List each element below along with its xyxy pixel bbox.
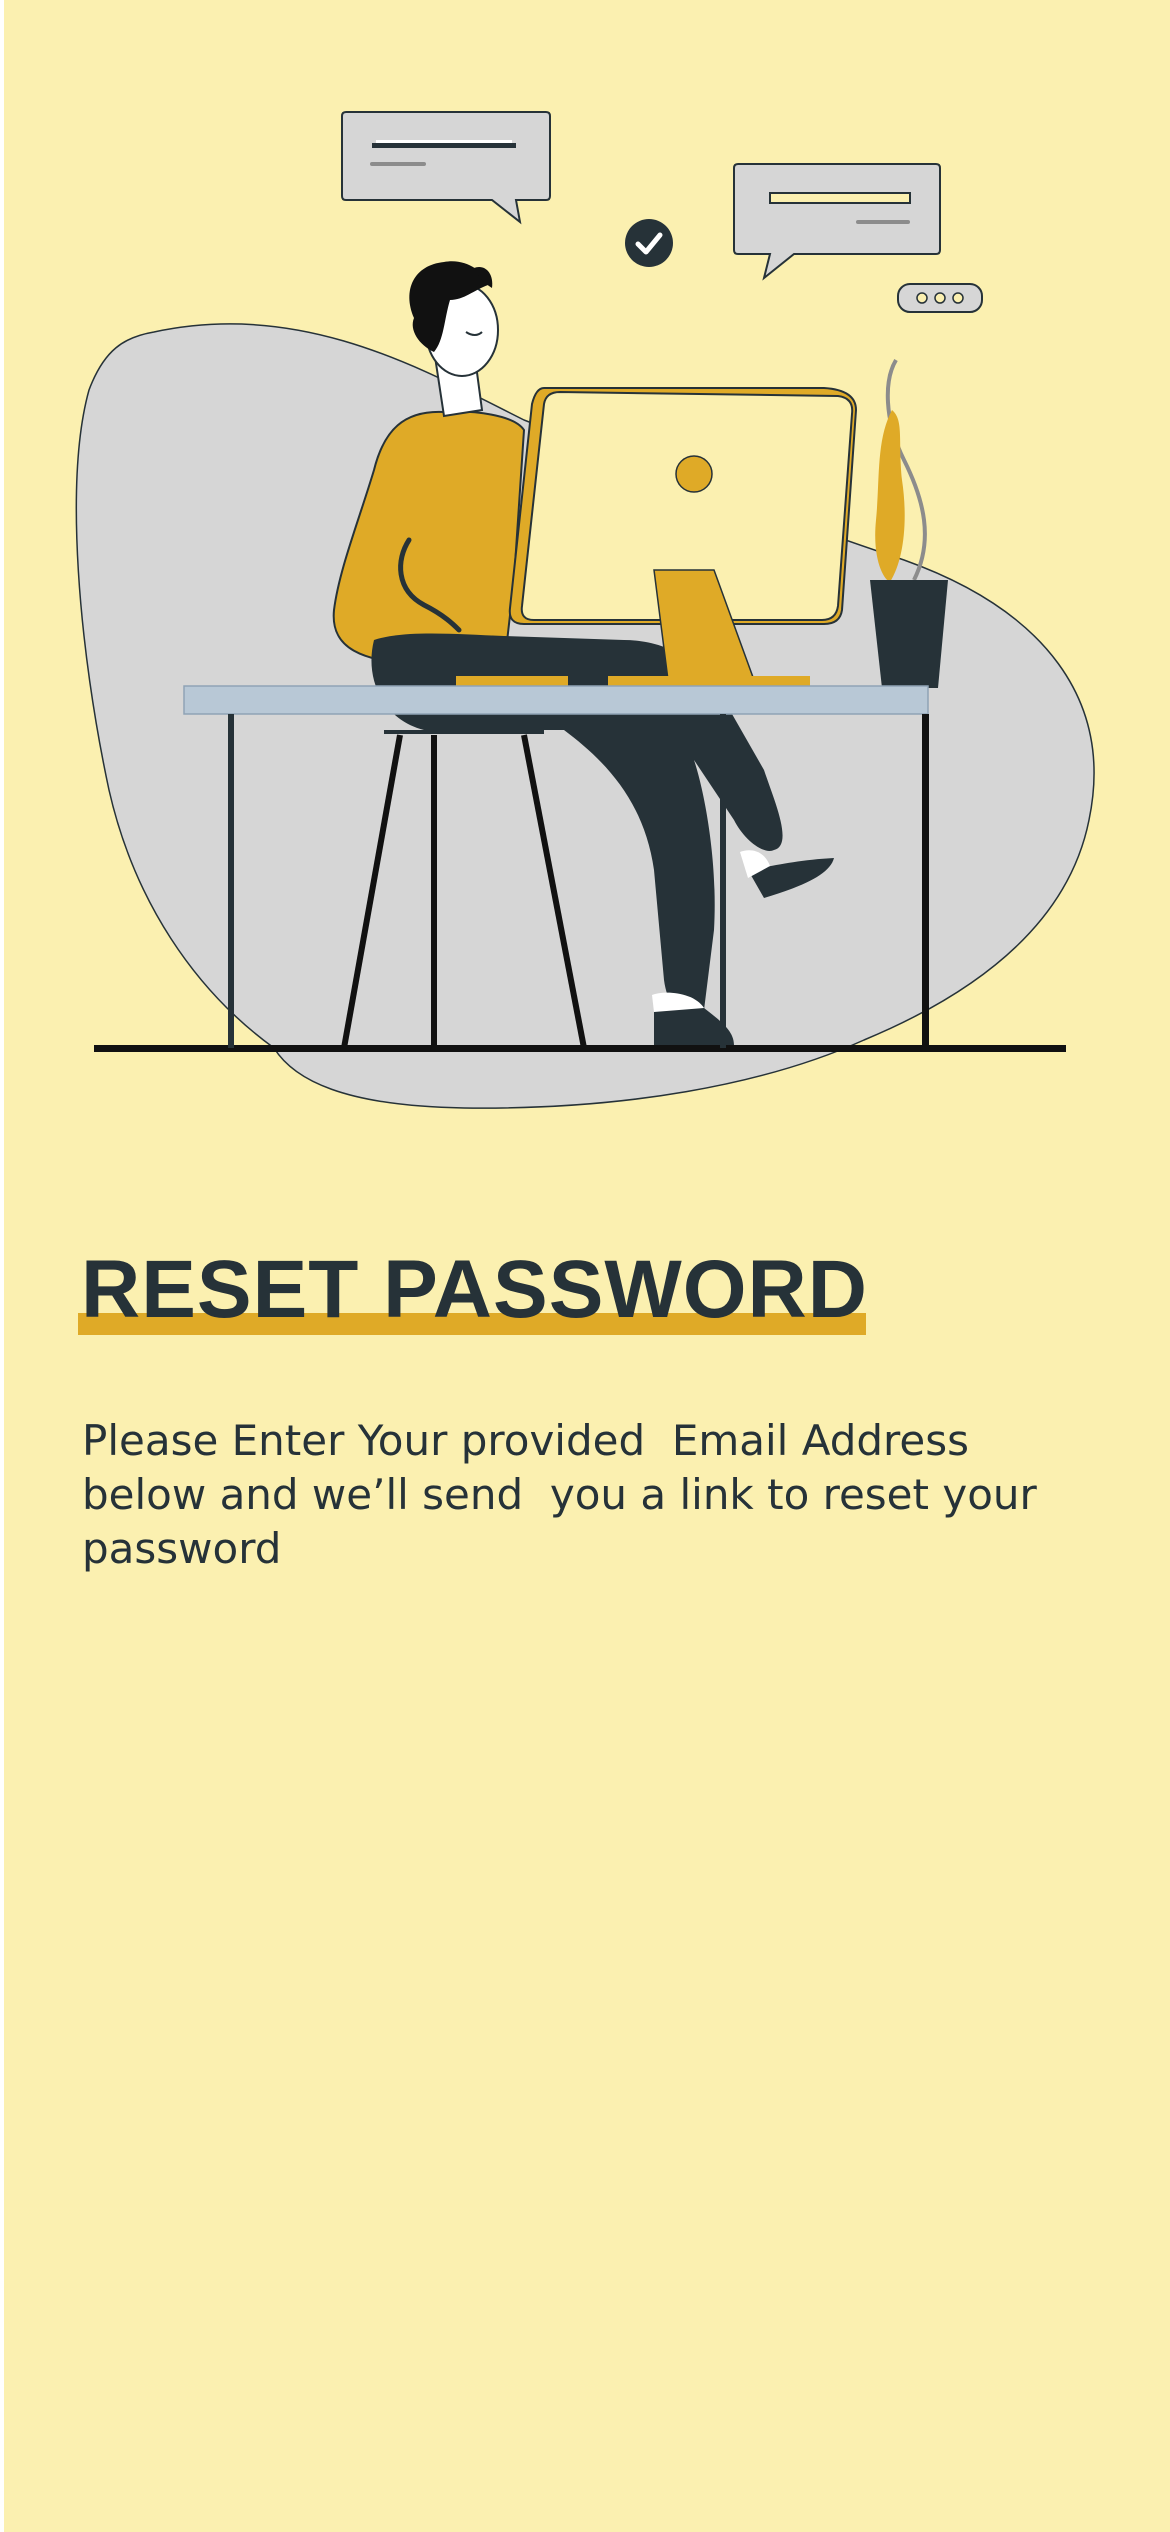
- title-block: RESET PASSWORD: [78, 1245, 868, 1335]
- instructions-text: Please Enter Your provided Email Address…: [82, 1416, 1051, 1573]
- typing-bubble-icon: [897, 283, 983, 313]
- page-title: RESET PASSWORD: [81, 1244, 868, 1335]
- check-badge-icon: [625, 219, 673, 267]
- chat-bubble-left-icon: [341, 111, 551, 225]
- floor-line: [94, 1045, 1066, 1052]
- potted-plant: [870, 358, 948, 688]
- chat-bubble-right-icon: [733, 163, 941, 281]
- reset-password-screen: RESET PASSWORD Please Enter Your provide…: [4, 0, 1170, 2532]
- person-at-computer-illustration: [75, 111, 1095, 1109]
